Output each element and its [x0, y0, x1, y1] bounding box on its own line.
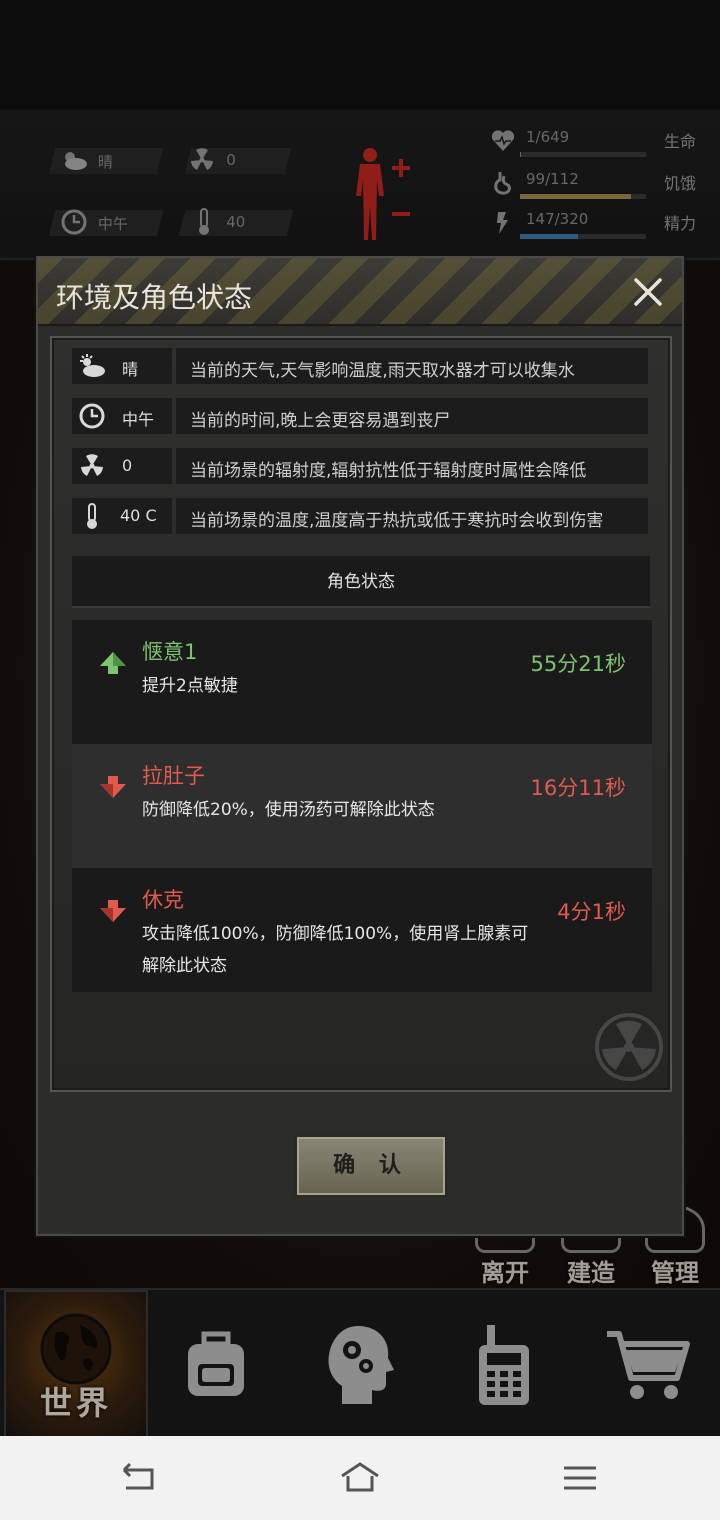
env-row-radiation: 0 当前场景的辐射度,辐射抗性低于辐射度时属性会降低	[72, 448, 648, 484]
env-desc: 当前场景的辐射度,辐射抗性低于辐射度时属性会降低	[190, 461, 587, 481]
status-effect-row: 休克 攻击降低100%，防御降低100%，使用肾上腺素可解除此状态 4分1秒	[72, 868, 652, 992]
debuff-down-arrow-icon	[100, 776, 126, 798]
status-effect-name: 拉肚子	[142, 764, 205, 788]
status-effect-desc: 提升2点敏捷	[142, 676, 238, 696]
radiation-icon	[81, 454, 103, 476]
env-desc: 当前场景的温度,温度高于热抗或低于寒抗时会收到伤害	[190, 511, 604, 531]
status-effect-desc: 防御降低20%，使用汤药可解除此状态	[142, 800, 435, 820]
status-effect-name: 休克	[142, 888, 184, 912]
buff-up-arrow-icon	[100, 652, 126, 674]
dialog-content: 晴 当前的天气,天气影响温度,雨天取水器才可以收集水 中午 当前的时间,晚上会更…	[50, 336, 672, 1092]
status-effect-time: 16分11秒	[530, 776, 626, 800]
env-row-temperature: 40 C 当前场景的温度,温度高于热抗或低于寒抗时会收到伤害	[72, 498, 648, 534]
env-desc-cell: 当前场景的温度,温度高于热抗或低于寒抗时会收到伤害	[176, 498, 648, 534]
confirm-button[interactable]: 确 认	[294, 1134, 448, 1198]
close-icon[interactable]	[628, 272, 668, 312]
env-desc: 当前的时间,晚上会更容易遇到丧尸	[190, 411, 451, 431]
env-value: 40 C	[120, 506, 157, 525]
android-nav-bar	[0, 1436, 720, 1520]
status-effect-row: 拉肚子 防御降低20%，使用汤药可解除此状态 16分11秒	[72, 744, 652, 868]
env-desc-cell: 当前的时间,晚上会更容易遇到丧尸	[176, 398, 648, 434]
env-desc: 当前的天气,天气影响温度,雨天取水器才可以收集水	[190, 361, 575, 381]
dialog-header: 环境及角色状态	[38, 258, 682, 326]
env-desc-cell: 当前场景的辐射度,辐射抗性低于辐射度时属性会降低	[176, 448, 648, 484]
status-effect-row: 惬意1 提升2点敏捷 55分21秒	[72, 620, 652, 744]
env-value-cell: 40 C	[72, 498, 172, 534]
status-dialog: 环境及角色状态 晴 当前的天气,天气影响温度,雨天取水器才可以收集水 中午 当前…	[36, 256, 684, 1236]
debuff-down-arrow-icon	[100, 900, 126, 922]
radiation-watermark-icon	[595, 1013, 663, 1081]
thermometer-icon	[87, 503, 97, 529]
back-icon[interactable]	[118, 1458, 158, 1498]
weather-icon	[80, 354, 105, 377]
menu-icon[interactable]	[560, 1458, 600, 1498]
status-effect-name: 惬意1	[142, 640, 198, 664]
dialog-title: 环境及角色状态	[56, 281, 253, 314]
env-value: 0	[122, 456, 133, 475]
env-value-cell: 晴	[72, 348, 172, 384]
env-value: 中午	[122, 410, 155, 429]
status-effect-time: 55分21秒	[530, 652, 626, 676]
env-row-time: 中午 当前的时间,晚上会更容易遇到丧尸	[72, 398, 648, 434]
home-icon[interactable]	[340, 1458, 380, 1498]
env-value-cell: 中午	[72, 398, 172, 434]
clock-icon	[79, 403, 105, 429]
status-effect-time: 4分1秒	[557, 900, 626, 924]
env-value: 晴	[122, 360, 139, 379]
character-status-header: 角色状态	[72, 556, 650, 608]
env-value-cell: 0	[72, 448, 172, 484]
env-desc-cell: 当前的天气,天气影响温度,雨天取水器才可以收集水	[176, 348, 648, 384]
env-row-weather: 晴 当前的天气,天气影响温度,雨天取水器才可以收集水	[72, 348, 648, 384]
status-effect-desc: 攻击降低100%，防御降低100%，使用肾上腺素可解除此状态	[142, 924, 529, 976]
